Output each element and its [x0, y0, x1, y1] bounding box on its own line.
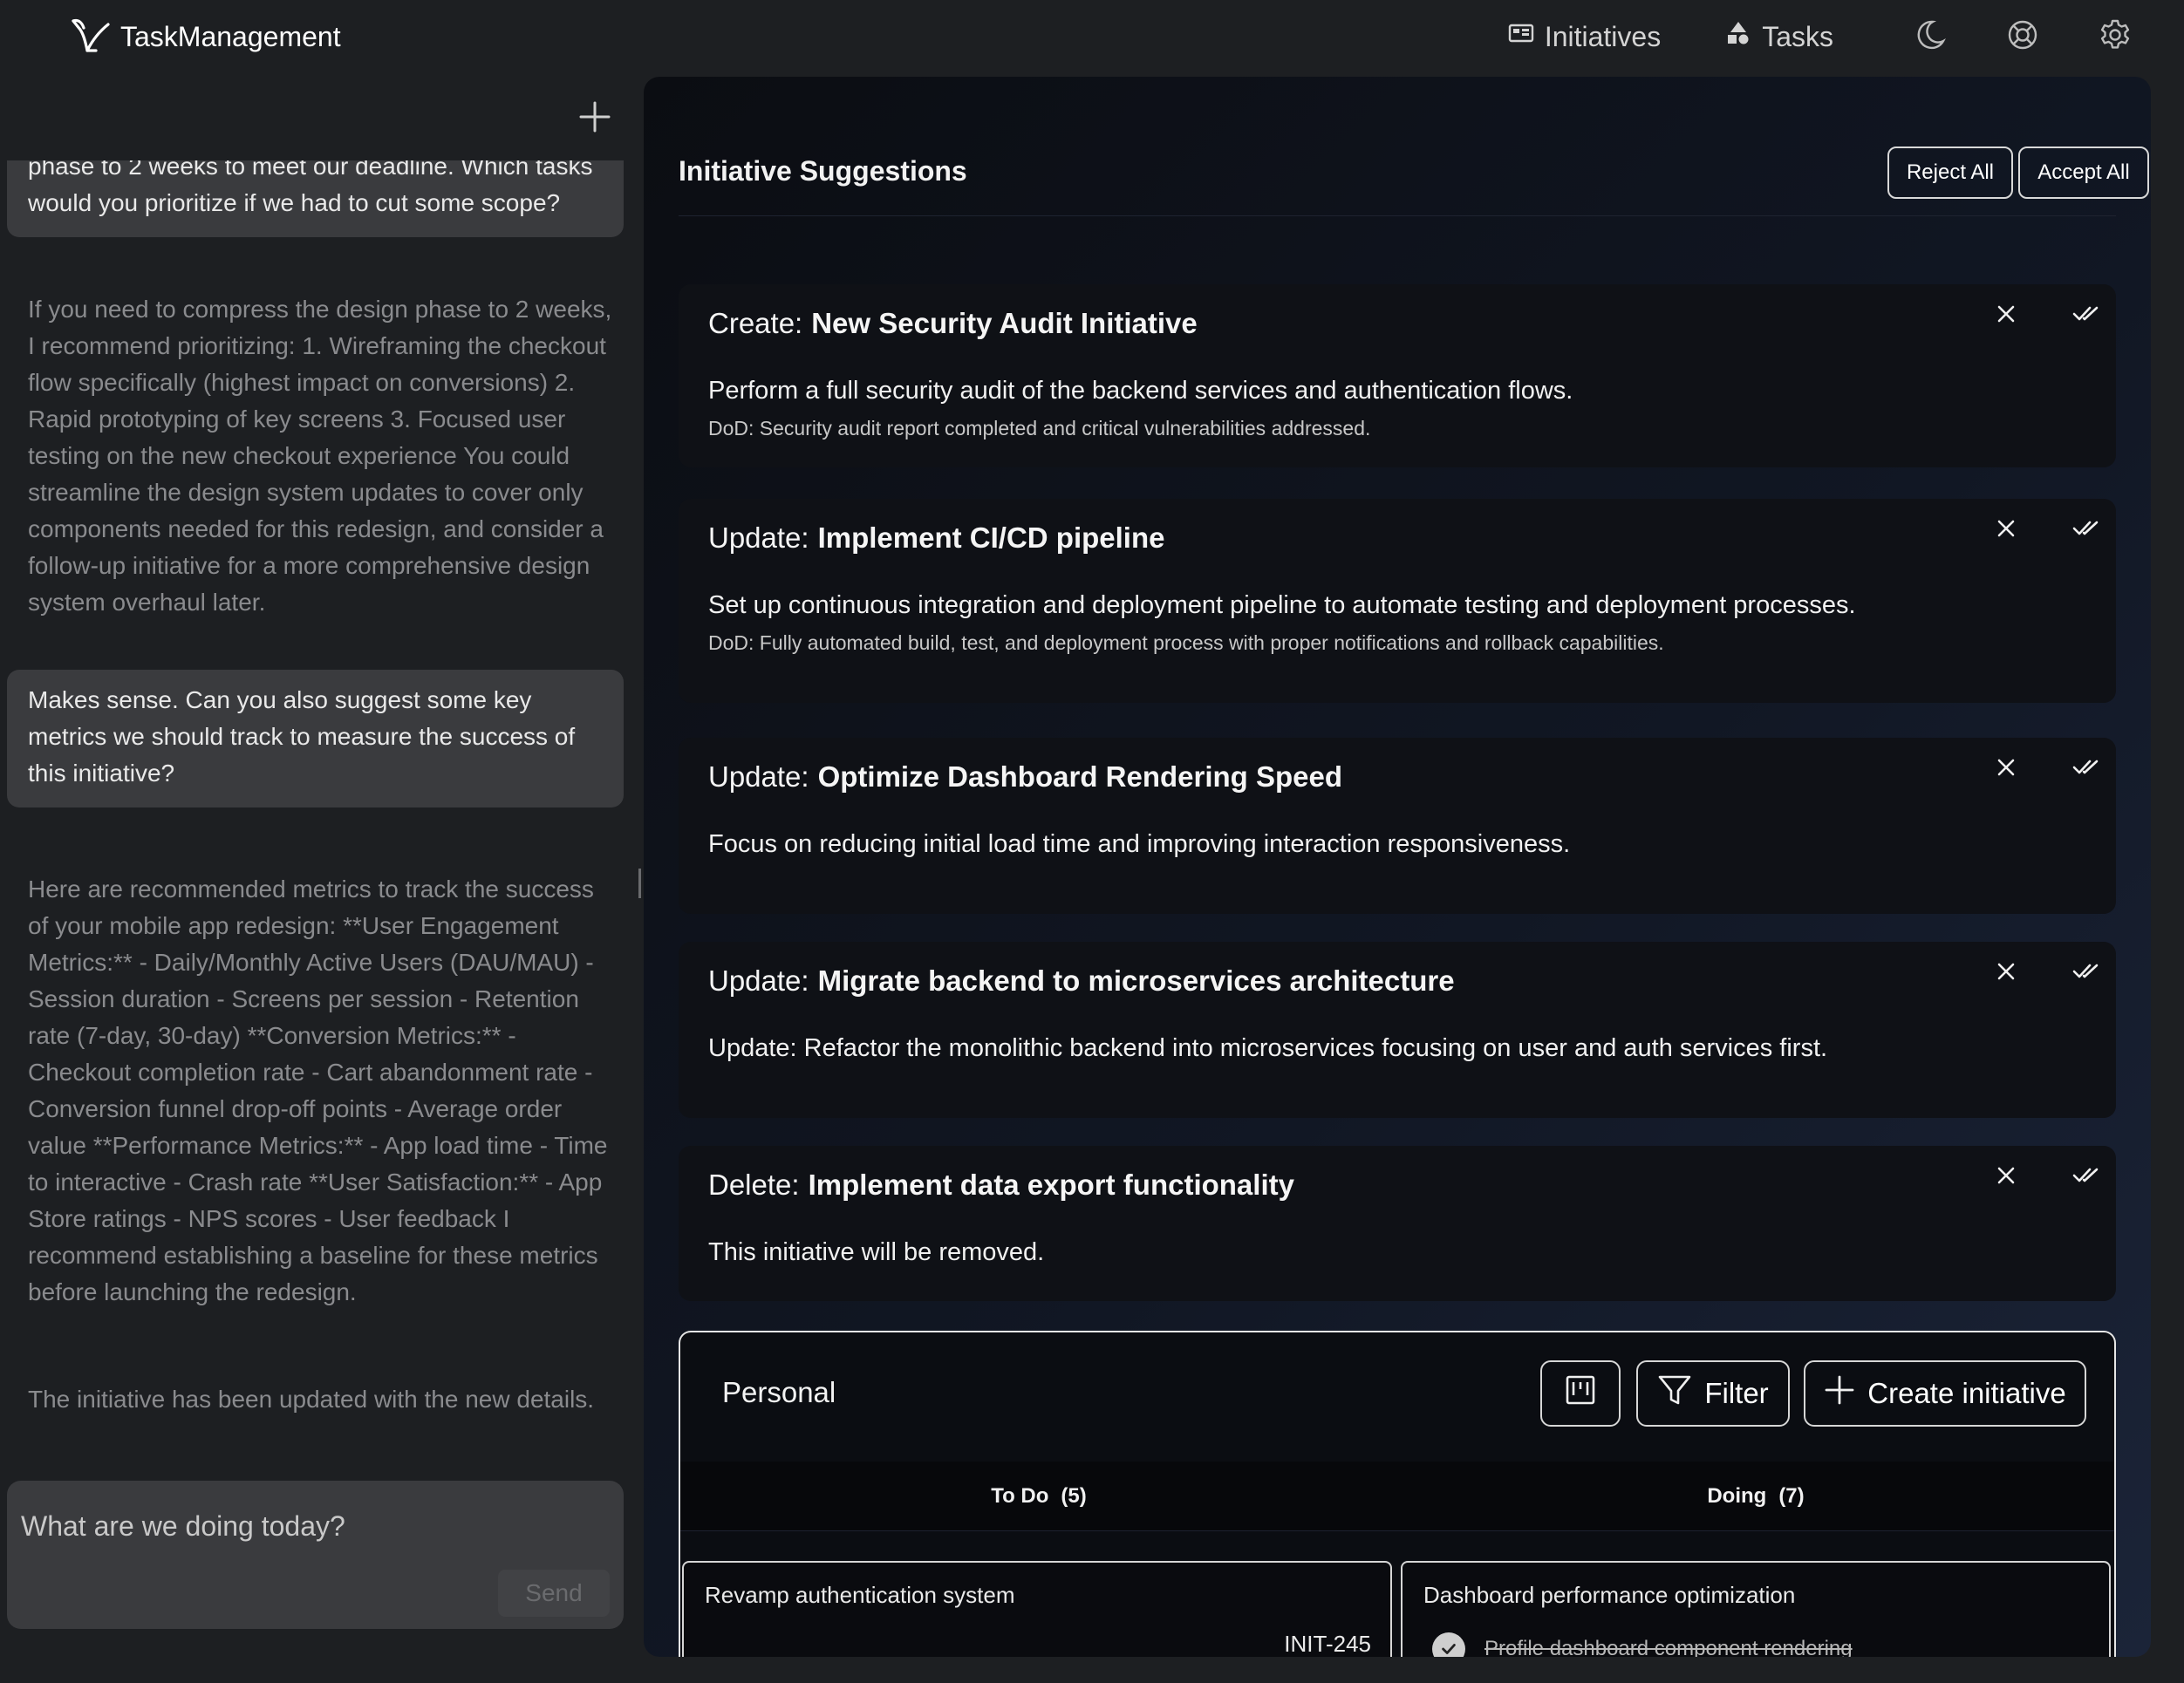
create-initiative-button[interactable]: Create initiative: [1804, 1360, 2086, 1427]
suggestion-title: Update: Optimize Dashboard Rendering Spee…: [708, 760, 1342, 794]
board-columns-header: To Do (5) Doing (7): [680, 1462, 2114, 1531]
suggestion-card: Create: New Security Audit Initiative Per…: [679, 284, 2116, 467]
app-name: TaskManagement: [120, 20, 341, 52]
nav-icon-group: [1914, 18, 2132, 56]
suggestion-name: New Security Audit Initiative: [811, 307, 1198, 339]
chat-panel: phase to 2 weeks to meet our deadline. W…: [0, 73, 637, 1683]
suggestion-title: Update: Migrate backend to microservices …: [708, 964, 1455, 998]
column-title: To Do: [991, 1483, 1049, 1508]
nav-tasks[interactable]: Tasks: [1725, 20, 1833, 53]
check-logo-icon: [70, 16, 112, 58]
shapes-icon: [1725, 20, 1751, 53]
check-circle-icon[interactable]: [1432, 1632, 1465, 1657]
suggestions-title: Initiative Suggestions: [679, 155, 967, 187]
suggestion-action: Update:: [708, 760, 809, 793]
suggestions-header: Initiative Suggestions Reject All Accept…: [679, 146, 2149, 216]
panel-resize-handle[interactable]: [638, 869, 641, 898]
suggestion-card: Update: Optimize Dashboard Rendering Spee…: [679, 738, 2116, 914]
suggestion-description: Focus on reducing initial load time and …: [708, 830, 1571, 858]
initiative-card-id: INIT-245: [1284, 1631, 1371, 1657]
accept-all-button[interactable]: Accept All: [2018, 146, 2149, 199]
kanban-icon: [1565, 1374, 1596, 1413]
suggestion-title: Create: New Security Audit Initiative: [708, 307, 1198, 340]
initiative-card[interactable]: Dashboard performance optimization Profi…: [1401, 1561, 2111, 1657]
suggestion-card: Delete: Implement data export functionali…: [679, 1146, 2116, 1301]
assistant-message: If you need to compress the design phase…: [28, 296, 612, 616]
board-name: Personal: [722, 1376, 836, 1408]
assistant-message: The initiative has been updated with the…: [28, 1386, 595, 1413]
main-panel: Initiative Suggestions Reject All Accept…: [644, 77, 2151, 1657]
initiative-card[interactable]: Revamp authentication system INIT-245: [682, 1561, 1392, 1657]
suggestion-card: Update: Migrate backend to microservices …: [679, 942, 2116, 1118]
suggestion-action: Delete:: [708, 1169, 800, 1201]
suggestion-name: Migrate backend to microservices archite…: [817, 964, 1455, 997]
suggestion-description: Update: Refactor the monolithic backend …: [708, 1034, 1828, 1062]
close-icon[interactable]: [1989, 511, 2024, 546]
suggestion-action: Create:: [708, 307, 803, 339]
suggestion-description: This initiative will be removed.: [708, 1238, 1045, 1266]
suggestion-title: Update: Implement CI/CD pipeline: [708, 521, 1164, 555]
create-initiative-label: Create initiative: [1867, 1377, 2066, 1409]
filter-label: Filter: [1704, 1377, 1769, 1409]
user-message: phase to 2 weeks to meet our deadline. W…: [7, 160, 624, 237]
suggestion-description: Perform a full security audit of the bac…: [708, 377, 1573, 405]
initiative-card-title: Revamp authentication system: [705, 1582, 1015, 1608]
close-icon[interactable]: [1989, 954, 2024, 989]
assistant-message: Here are recommended metrics to track th…: [28, 876, 608, 1305]
reject-all-button[interactable]: Reject All: [1887, 146, 2013, 199]
gear-icon[interactable]: [2099, 18, 2132, 56]
column-header-todo[interactable]: To Do (5): [680, 1462, 1397, 1530]
filter-icon: [1657, 1373, 1692, 1414]
suggestion-name: Implement CI/CD pipeline: [817, 521, 1165, 554]
suggestion-title: Delete: Implement data export functionali…: [708, 1169, 1294, 1202]
suggestion-action: Update:: [708, 964, 809, 997]
double-check-icon[interactable]: [2069, 954, 2104, 989]
nav-initiatives[interactable]: Initiatives: [1508, 20, 1661, 53]
close-icon[interactable]: [1989, 296, 2024, 331]
send-button[interactable]: Send: [498, 1570, 610, 1617]
user-message: Makes sense. Can you also suggest some k…: [7, 670, 624, 807]
suggestion-name: Implement data export functionality: [808, 1169, 1294, 1201]
nav-tasks-label: Tasks: [1762, 20, 1833, 52]
chat-input[interactable]: What are we doing today? Send: [7, 1481, 624, 1629]
plus-icon[interactable]: [577, 99, 612, 134]
subtask-row[interactable]: Profile dashboard component rendering: [1432, 1632, 1853, 1657]
moon-icon[interactable]: [1914, 18, 1947, 56]
kanban-view-button[interactable]: [1540, 1360, 1621, 1427]
lifebuoy-icon[interactable]: [2006, 18, 2039, 56]
filter-button[interactable]: Filter: [1636, 1360, 1790, 1427]
close-icon[interactable]: [1989, 750, 2024, 785]
column-count: (7): [1778, 1483, 1805, 1508]
column-count: (5): [1061, 1483, 1087, 1508]
suggestion-action: Update:: [708, 521, 809, 554]
double-check-icon[interactable]: [2069, 296, 2104, 331]
top-bar: TaskManagement Initiatives Tasks: [0, 0, 2184, 73]
subtask-text: Profile dashboard component rendering: [1484, 1637, 1853, 1657]
chat-input-placeholder[interactable]: What are we doing today?: [21, 1510, 345, 1543]
suggestion-card: Update: Implement CI/CD pipeline Set up c…: [679, 499, 2116, 703]
double-check-icon[interactable]: [2069, 750, 2104, 785]
nav-initiatives-label: Initiatives: [1544, 20, 1662, 52]
initiative-card-title: Dashboard performance optimization: [1423, 1582, 1796, 1608]
initiative-board: Personal Filter Create initiative To Do …: [679, 1331, 2116, 1657]
column-header-doing[interactable]: Doing (7): [1397, 1462, 2114, 1530]
suggestion-description: Set up continuous integration and deploy…: [708, 591, 1856, 619]
close-icon[interactable]: [1989, 1158, 2024, 1193]
double-check-icon[interactable]: [2069, 1158, 2104, 1193]
column-title: Doing: [1707, 1483, 1767, 1508]
suggestion-name: Optimize Dashboard Rendering Speed: [817, 760, 1343, 793]
suggestion-dod: DoD: Fully automated build, test, and de…: [708, 631, 1664, 654]
double-check-icon[interactable]: [2069, 511, 2104, 546]
chat-messages[interactable]: phase to 2 weeks to meet our deadline. W…: [0, 160, 637, 1538]
main-nav: Initiatives Tasks: [1508, 18, 2132, 56]
grid-icon: [1508, 20, 1534, 53]
suggestion-dod: DoD: Security audit report completed and…: [708, 417, 1371, 439]
brand[interactable]: TaskManagement: [70, 16, 341, 58]
plus-icon: [1824, 1374, 1855, 1413]
